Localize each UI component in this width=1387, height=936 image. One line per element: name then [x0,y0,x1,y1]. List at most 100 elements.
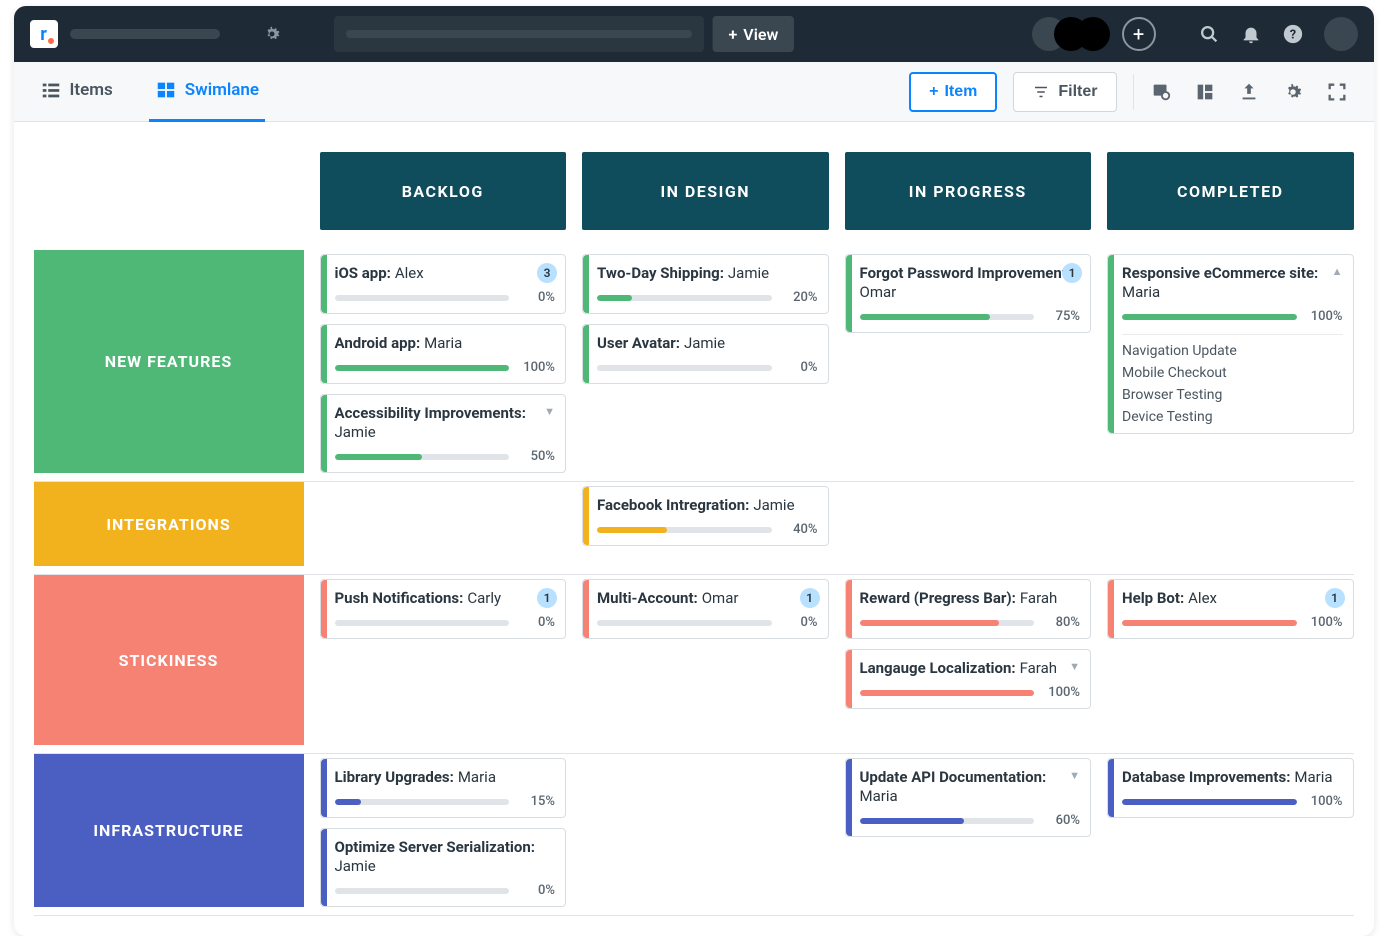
card[interactable]: Reward (Pregress Bar): Farah 80% [845,579,1092,639]
progress: 0% [335,883,556,898]
card-header: Optimize Server Serialization: Jamie [335,837,556,875]
card-header: Multi-Account: Omar [597,588,818,607]
progress-pct: 100% [1305,615,1343,630]
grid-icon [155,79,177,101]
card[interactable]: ▲ Responsive eCommerce site: Maria 100% … [1107,254,1354,434]
swimlane-cell [1107,482,1354,566]
search-icon[interactable] [1198,23,1228,45]
count-badge: 1 [1062,263,1082,283]
card-title: Android app: [335,334,421,352]
settings-icon[interactable] [1282,81,1310,103]
chevron-down-icon[interactable]: ▼ [544,405,555,418]
card-title: Langauge Localization: [860,659,1016,677]
progress: 20% [597,290,818,305]
card[interactable]: Facebook Intregration: Jamie 40% [582,486,829,546]
card[interactable]: ▼ Accessibility Improvements: Jamie 50% [320,394,567,473]
progress-pct: 75% [1042,309,1080,324]
card-title: User Avatar: [597,334,680,352]
card-title: Database Improvements: [1122,768,1290,786]
card-assignee: Omar [702,589,739,607]
card[interactable]: 1 Multi-Account: Omar 0% [582,579,829,639]
card[interactable]: Optimize Server Serialization: Jamie 0% [320,828,567,907]
progress-pct: 50% [517,449,555,464]
card-assignee: Jamie [728,264,769,282]
card[interactable]: Two-Day Shipping: Jamie 20% [582,254,829,314]
count-badge: 1 [537,588,557,608]
card-accent-stripe [1108,580,1114,638]
lane-label: Infrastructure [34,754,304,907]
add-view-button[interactable]: + View [712,16,795,52]
card[interactable]: Library Upgrades: Maria 15% [320,758,567,818]
viewbar: Items Swimlane + Item Filter [14,62,1374,122]
project-name-placeholder [70,29,220,39]
swimlane-cell: 1 Forgot Password Improvement: Omar 75% [845,250,1092,473]
chevron-down-icon[interactable]: ▼ [1069,660,1080,673]
card[interactable]: ▼ Update API Documentation: Maria 60% [845,758,1092,837]
chevron-down-icon[interactable]: ▼ [1069,769,1080,782]
card-header: iOS app: Alex [335,263,556,282]
subitem[interactable]: Device Testing [1122,409,1343,425]
card-accent-stripe [846,255,852,332]
card-assignee: Alex [1188,589,1217,607]
top-search-area[interactable] [334,16,704,52]
plus-icon: + [729,25,738,44]
bell-icon[interactable] [1240,23,1270,45]
card[interactable]: 1 Help Bot: Alex 100% [1107,579,1354,639]
card-assignee: Maria [1122,283,1160,301]
add-item-button[interactable]: + Item [909,72,997,112]
avatar[interactable] [1076,17,1110,51]
export-icon[interactable] [1238,81,1266,103]
swimlane-cell: 1 Push Notifications: Carly 0% [320,575,567,745]
user-avatar[interactable] [1324,17,1358,51]
progress-pct: 80% [1042,615,1080,630]
progress: 100% [1122,615,1343,630]
subitem[interactable]: Navigation Update [1122,343,1343,359]
card-accent-stripe [1108,255,1114,433]
swimlane-cell: ▲ Responsive eCommerce site: Maria 100% … [1107,250,1354,473]
progress: 0% [335,615,556,630]
card-accent-stripe [321,325,327,383]
count-badge: 1 [1325,588,1345,608]
card-accent-stripe [321,829,327,906]
gear-icon[interactable] [262,24,282,44]
progress-pct: 20% [780,290,818,305]
card-title: Facebook Intregration: [597,496,749,514]
card-title: Responsive eCommerce site: [1122,264,1318,282]
subitem[interactable]: Mobile Checkout [1122,365,1343,381]
card-accent-stripe [846,650,852,708]
card[interactable]: 1 Push Notifications: Carly 0% [320,579,567,639]
subitem[interactable]: Browser Testing [1122,387,1343,403]
help-icon[interactable]: ? [1282,23,1312,45]
swimlane-cell: Reward (Pregress Bar): Farah 80% ▼ Langa… [845,575,1092,745]
progress-pct: 15% [517,794,555,809]
progress: 80% [860,615,1081,630]
link-icon[interactable] [1150,81,1178,103]
swimlane-cell: Library Upgrades: Maria 15% Optimize Ser… [320,754,567,907]
card-header: Forgot Password Improvement: Omar [860,263,1081,301]
layout-icon[interactable] [1194,81,1222,103]
card[interactable]: 3 iOS app: Alex 0% [320,254,567,314]
progress: 100% [1122,794,1343,809]
plus-icon: + [929,83,938,101]
chevron-up-icon[interactable]: ▲ [1332,265,1343,278]
card-header: Database Improvements: Maria [1122,767,1343,786]
card[interactable]: User Avatar: Jamie 0% [582,324,829,384]
tab-swimlane[interactable]: Swimlane [149,62,265,122]
count-badge: 3 [537,263,557,283]
card[interactable]: 1 Forgot Password Improvement: Omar 75% [845,254,1092,333]
app-logo[interactable]: r [30,20,58,48]
filter-button[interactable]: Filter [1013,72,1116,112]
card-assignee: Jamie [684,334,725,352]
add-member-button[interactable]: + [1122,17,1156,51]
swimlane-cell [320,482,567,566]
fullscreen-icon[interactable] [1326,81,1354,103]
card[interactable]: ▼ Langauge Localization: Farah 100% [845,649,1092,709]
progress-pct: 0% [517,615,555,630]
card-accent-stripe [583,255,589,313]
card[interactable]: Database Improvements: Maria 100% [1107,758,1354,818]
card[interactable]: Android app: Maria 100% [320,324,567,384]
card-title: Update API Documentation: [860,768,1047,786]
card-accent-stripe [1108,759,1114,817]
tab-items[interactable]: Items [34,62,119,122]
count-badge: 1 [800,588,820,608]
